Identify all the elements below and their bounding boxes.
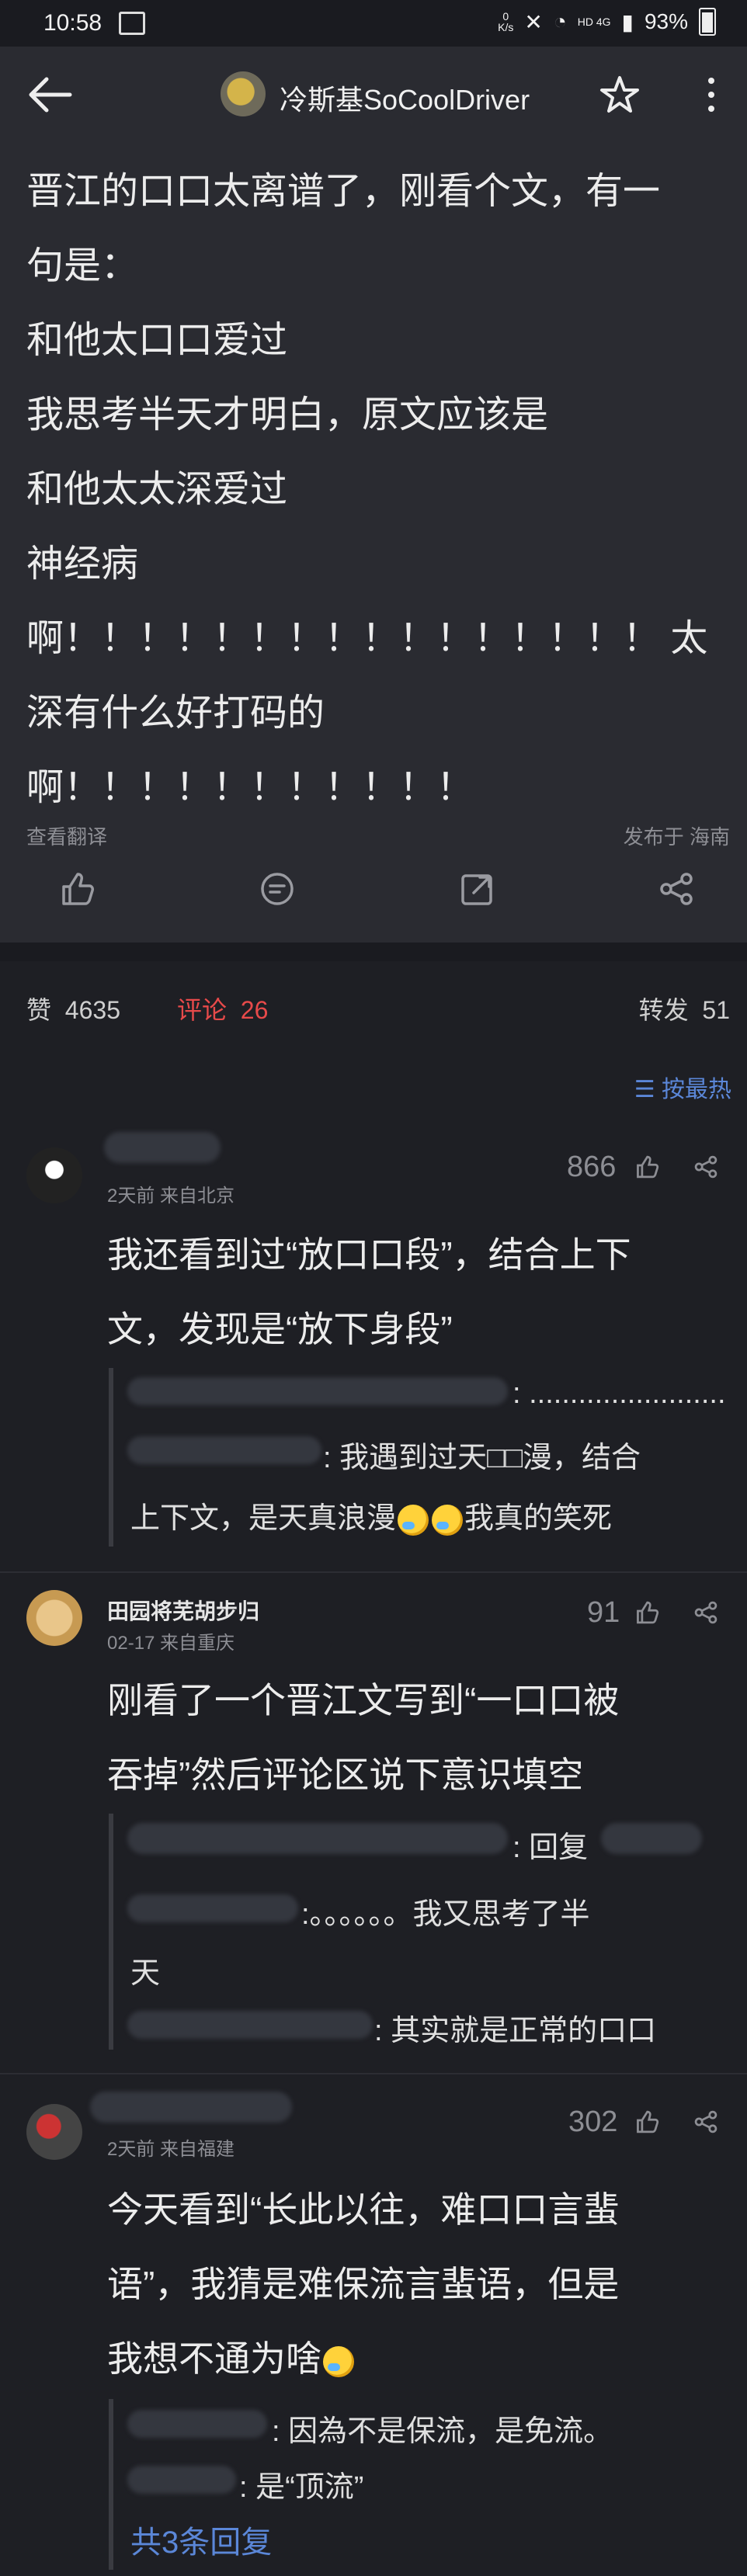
avatar[interactable] <box>26 2104 82 2160</box>
post-line: 深有什么好打码的 <box>26 693 325 734</box>
comment-text: 吞掉”然后评论区说下意识填空 <box>107 1755 584 1795</box>
comment-icon[interactable] <box>258 870 297 908</box>
battery-icon <box>699 8 716 36</box>
avatar[interactable] <box>26 1590 82 1646</box>
comment-text: 语”，我猜是难保流言蜚语，但是 <box>107 2264 620 2304</box>
redacted-username <box>127 1436 321 1464</box>
comment-like-count: 91 <box>587 1596 620 1629</box>
share-icon[interactable] <box>693 2109 719 2135</box>
sort-icon: ☰ <box>634 1077 655 1102</box>
comment-text: 文，发现是“放下身段” <box>107 1309 453 1349</box>
redacted-username <box>127 1377 508 1405</box>
post-line: 句是： <box>26 245 139 286</box>
status-icons: 0 K/s ✕ ◔ HD 4G ▮ 93% <box>498 8 716 36</box>
redacted-username <box>104 1132 221 1163</box>
reply-text: : 因為不是保流，是免流。 <box>272 2415 613 2448</box>
divider <box>0 1571 747 1573</box>
app-header: 冷斯基SoCoolDriver <box>0 47 747 143</box>
share-icon[interactable] <box>693 1154 719 1180</box>
avatar[interactable] <box>26 1147 82 1203</box>
laugh-cry-emoji-icon <box>323 2345 354 2377</box>
laugh-cry-emoji-icon <box>432 1504 464 1536</box>
redacted-username <box>90 2092 292 2123</box>
redacted-username <box>127 1823 508 1854</box>
divider <box>0 2073 747 2074</box>
back-arrow-icon[interactable] <box>26 76 73 113</box>
network-type: HD 4G <box>577 16 611 28</box>
comment-text: 今天看到“长此以往，难口口言蜚 <box>107 2189 620 2230</box>
reply-text: 天 <box>130 1957 161 1990</box>
battery-level: 93% <box>644 9 688 33</box>
network-speed: 0 K/s <box>498 10 514 33</box>
sort-toggle[interactable]: ☰ 按最热 <box>634 1070 731 1104</box>
post-line: 啊！！！！！！！！！！！！！！！！ 太 <box>26 618 708 659</box>
post-line: 和他太口口爱过 <box>26 320 288 361</box>
status-time: 10:58 <box>43 10 102 36</box>
comment-like-count: 866 <box>567 1151 617 1183</box>
like-icon[interactable] <box>634 1154 660 1180</box>
tab-comments[interactable]: 评论 26 <box>177 991 268 1026</box>
redacted-username <box>601 1823 702 1854</box>
post-line: 我思考半天才明白，原文应该是 <box>26 394 549 436</box>
header-avatar[interactable] <box>221 71 266 116</box>
reply-text: 上下文，是天真浪漫 我真的笑死 <box>130 1502 613 1536</box>
post-line: 晋江的口口太离谱了，刚看个文，有一 <box>26 171 661 212</box>
post-line: 神经病 <box>26 543 139 585</box>
forward-icon[interactable] <box>657 870 696 908</box>
mute-icon: ✕ <box>524 9 543 34</box>
reply-text: : 其实就是正常的口口 <box>374 2015 657 2047</box>
post-location: 发布于 海南 <box>623 825 730 849</box>
reply-text: : 是“顶流” <box>239 2471 364 2504</box>
reply-text: :。。。。。。我又思考了半 <box>301 1898 590 1931</box>
star-icon[interactable] <box>599 75 640 115</box>
tab-reposts[interactable]: 转发 51 <box>639 991 730 1026</box>
comment-text: 我想不通为啥 <box>107 2331 356 2382</box>
status-bar: 10:58 0 K/s ✕ ◔ HD 4G ▮ 93% <box>0 0 747 47</box>
comment-username[interactable]: 田园将芜胡步归 <box>107 1595 259 1626</box>
laugh-cry-emoji-icon <box>398 1504 429 1536</box>
redacted-username <box>127 2011 373 2039</box>
comment-meta: 02-17 来自重庆 <box>107 1633 235 1654</box>
reply-text: : 我遇到过天□□漫，结合 <box>323 1442 641 1474</box>
gallery-icon <box>119 12 146 35</box>
tab-likes[interactable]: 赞 4635 <box>26 991 120 1026</box>
more-options-icon[interactable] <box>705 73 717 116</box>
reply-text: : 回复 <box>512 1831 589 1864</box>
post-line: 啊！！！！！！！！！！！ <box>26 767 474 808</box>
redacted-username <box>127 2466 236 2494</box>
redacted-username <box>127 1894 298 1922</box>
comment-text: 我还看到过“放口口段”，结合上下 <box>107 1234 631 1275</box>
share-icon[interactable] <box>458 870 497 908</box>
signal-icon: ▮ <box>621 9 634 34</box>
comment-meta: 2天前 来自北京 <box>107 1186 235 1206</box>
like-icon[interactable] <box>57 870 96 908</box>
like-icon[interactable] <box>634 1599 660 1626</box>
wifi-icon: ◔ <box>553 9 567 33</box>
view-all-replies-link[interactable]: 共3条回复 <box>130 2517 272 2562</box>
reply-text: : ........................ <box>512 1377 726 1410</box>
comment-text: 刚看了一个晋江文写到“一口口被 <box>107 1680 620 1720</box>
header-username[interactable]: 冷斯基SoCoolDriver <box>280 78 530 118</box>
like-icon[interactable] <box>634 2109 660 2135</box>
redacted-username <box>127 2410 267 2438</box>
share-icon[interactable] <box>693 1599 719 1626</box>
comment-meta: 2天前 来自福建 <box>107 2139 235 2160</box>
post-line: 和他太太深爱过 <box>26 469 288 510</box>
comment-like-count: 302 <box>568 2106 618 2138</box>
translate-link[interactable]: 查看翻译 <box>26 821 107 850</box>
